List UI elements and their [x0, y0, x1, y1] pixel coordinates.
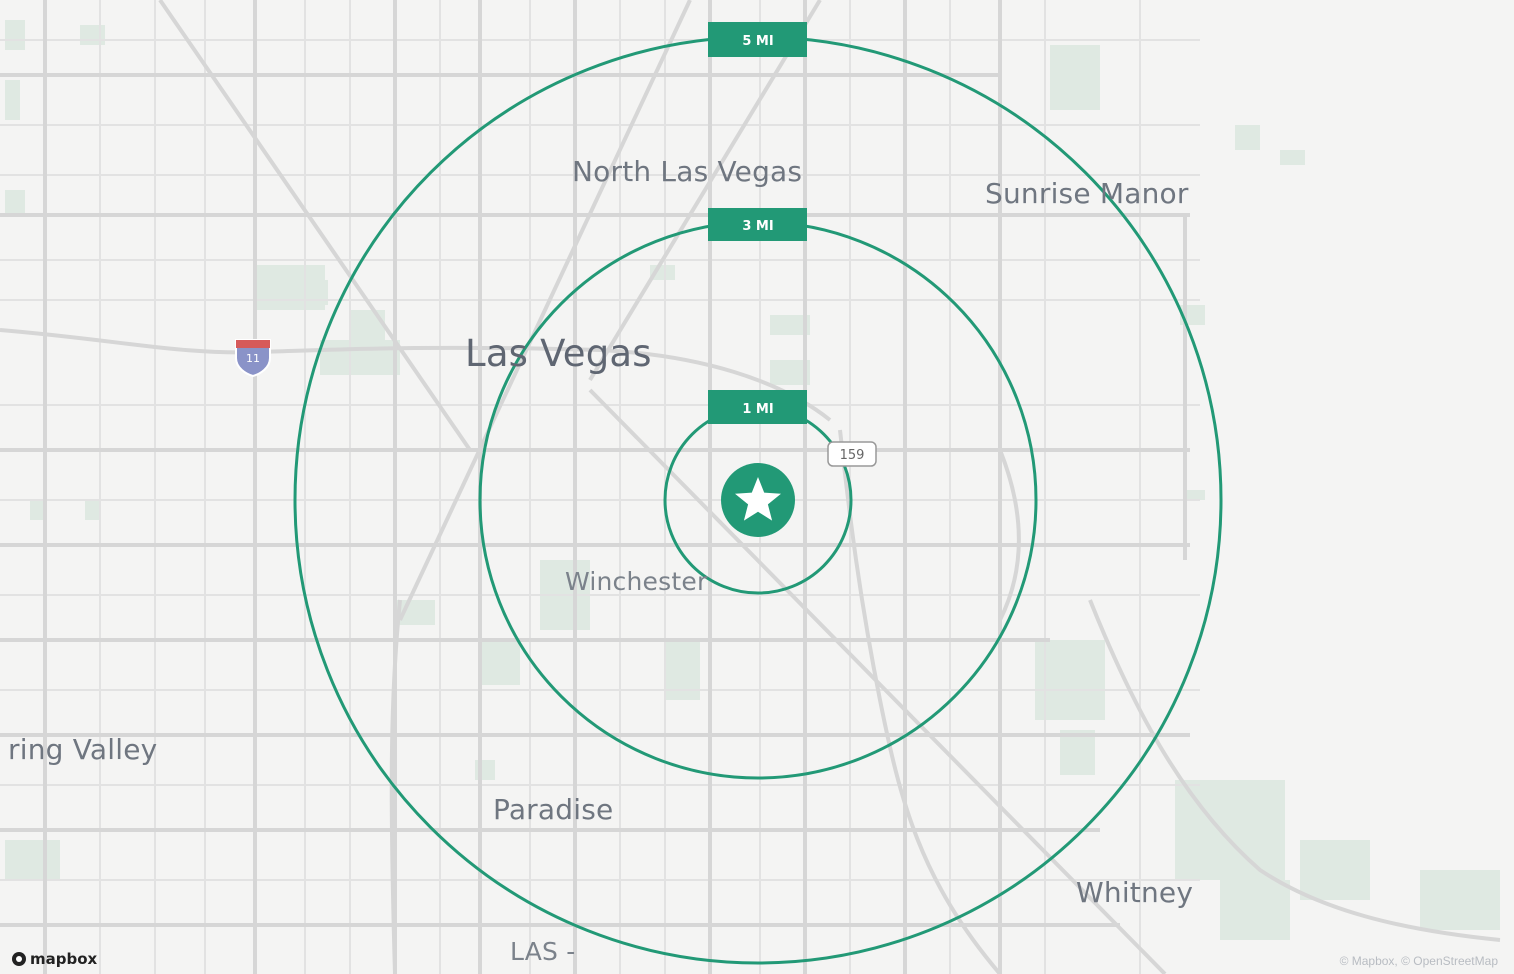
svg-text:3 MI: 3 MI	[742, 219, 773, 234]
ring-label-1mi: 1 MI	[708, 390, 807, 424]
place-label-las-airport: LAS -	[510, 937, 576, 966]
mapbox-logo-icon	[12, 952, 26, 966]
place-label-spring-valley: ring Valley	[8, 733, 158, 766]
mapbox-logo[interactable]: mapbox	[12, 950, 97, 968]
svg-text:5 MI: 5 MI	[742, 34, 773, 49]
star-icon[interactable]	[721, 463, 795, 537]
place-label-las-vegas: Las Vegas	[465, 332, 652, 375]
ring-label-3mi: 3 MI	[708, 208, 807, 241]
mapbox-logo-text: mapbox	[30, 950, 98, 968]
place-label-sunrise-manor: Sunrise Manor	[985, 177, 1189, 210]
state-route-shield-number: 159	[840, 448, 865, 463]
place-label-north-las-vegas: North Las Vegas	[572, 155, 803, 188]
place-label-winchester: Winchester	[565, 567, 708, 596]
map-attribution[interactable]: © Mapbox, © OpenStreetMap	[1340, 954, 1498, 968]
ring-label-5mi: 5 MI	[708, 22, 807, 57]
map-layer: 11 159 5 MI 3 MI 1 MI	[0, 0, 1501, 974]
place-label-whitney: Whitney	[1076, 876, 1194, 909]
place-label-paradise: Paradise	[493, 793, 614, 826]
interstate-shield-number: 11	[246, 352, 260, 365]
map-canvas[interactable]: 11 159 5 MI 3 MI 1 MI North Las Vegas Su…	[0, 0, 1514, 974]
svg-text:1 MI: 1 MI	[742, 402, 773, 417]
